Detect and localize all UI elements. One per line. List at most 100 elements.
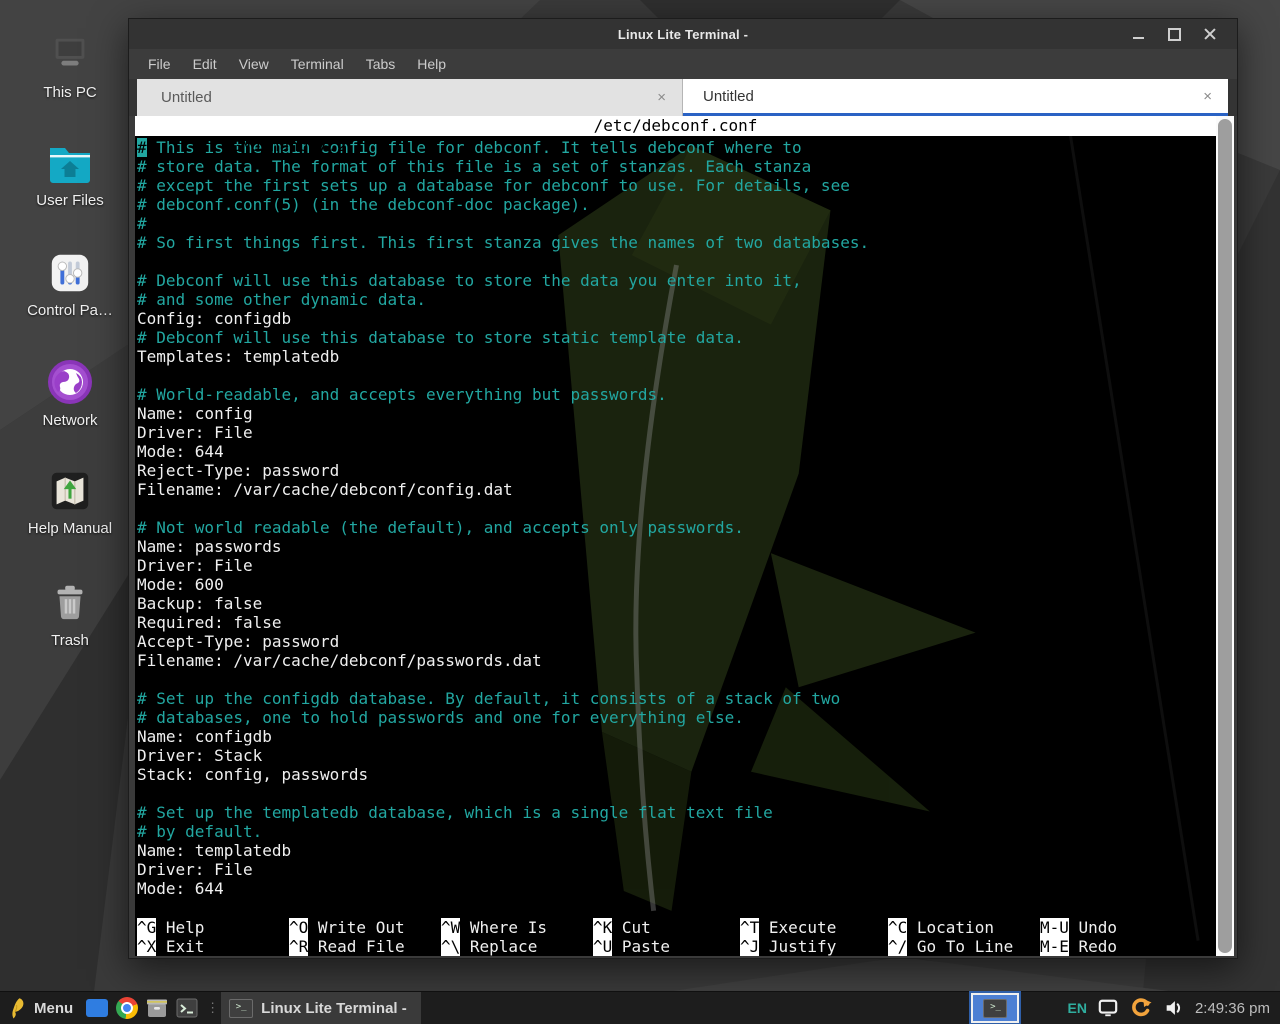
nano-version: GNU nano 7.2 [212, 136, 347, 155]
shortcut-key: M-E [1040, 937, 1069, 956]
menu-item-help[interactable]: Help [406, 56, 457, 72]
terminal-line: Driver: File [137, 860, 1216, 879]
menu-button[interactable]: Menu [0, 992, 82, 1024]
terminal-line: Backup: false [137, 594, 1216, 613]
terminal-line [137, 499, 1216, 518]
menu-item-file[interactable]: File [137, 56, 182, 72]
terminal-line: # except the first sets up a database fo… [137, 176, 1216, 195]
nano-shortcut: ^KCut [593, 918, 740, 937]
clock[interactable]: 2:49:36 pm [1195, 1000, 1270, 1017]
file-manager-icon [86, 999, 108, 1017]
workspace-switcher[interactable]: >_ [971, 993, 1019, 1023]
tab-close-icon[interactable]: × [1203, 88, 1212, 105]
menu-item-view[interactable]: View [228, 56, 280, 72]
terminal-line: # [137, 214, 1216, 233]
chrome-launcher[interactable] [112, 992, 142, 1024]
nano-shortcut-row: ^GHelp^OWrite Out^WWhere Is^KCut^TExecut… [137, 918, 1216, 937]
shortcut-key: ^G [137, 918, 156, 937]
desktop-icon-label: User Files [36, 192, 104, 209]
shortcut-label: Location [917, 918, 994, 937]
menu-item-tabs[interactable]: Tabs [355, 56, 407, 72]
terminal-launcher[interactable] [172, 992, 202, 1024]
map-arrow-icon [47, 468, 93, 514]
file-manager-launcher[interactable] [82, 992, 112, 1024]
minimize-button[interactable] [1127, 23, 1149, 45]
shortcut-key: ^T [740, 918, 759, 937]
volume-icon[interactable] [1163, 997, 1185, 1019]
shortcut-key: ^\ [441, 937, 460, 956]
folder-home-icon [46, 140, 94, 186]
sliders-icon [47, 250, 93, 296]
window-titlebar[interactable]: Linux Lite Terminal - [129, 19, 1237, 49]
terminal-line [137, 784, 1216, 803]
terminal-window: Linux Lite Terminal - FileEditViewTermin… [128, 18, 1238, 959]
desktop-icon-help-manual[interactable]: Help Manual [8, 468, 132, 537]
task-button-label: Linux Lite Terminal - [261, 1000, 407, 1017]
nano-shortcut: ^GHelp [137, 918, 289, 937]
shortcut-key: ^J [740, 937, 759, 956]
terminal-line [137, 670, 1216, 689]
desktop-icon-network[interactable]: Network [8, 358, 132, 429]
terminal-line: Accept-Type: password [137, 632, 1216, 651]
shortcut-key: ^O [289, 918, 308, 937]
terminal-icon [175, 996, 199, 1020]
nano-shortcut: ^CLocation [888, 918, 1040, 937]
terminal-line: # store data. The format of this file is… [137, 157, 1216, 176]
linuxlite-logo-icon [9, 997, 27, 1019]
nano-buffer: # This is the main config file for debco… [135, 136, 1216, 898]
close-button[interactable] [1199, 23, 1221, 45]
terminal-line: Filename: /var/cache/debconf/config.dat [137, 480, 1216, 499]
shortcut-label: Execute [769, 918, 836, 937]
desktop-icon-user-files[interactable]: User Files [8, 140, 132, 209]
scrollbar-thumb[interactable] [1218, 119, 1232, 953]
shortcut-label: Undo [1079, 918, 1118, 937]
window-title: Linux Lite Terminal - [129, 27, 1237, 42]
menu-item-terminal[interactable]: Terminal [280, 56, 355, 72]
terminal-line: # and some other dynamic data. [137, 290, 1216, 309]
tab-close-icon[interactable]: × [657, 89, 666, 106]
task-button-terminal[interactable]: >_ Linux Lite Terminal - [221, 992, 421, 1024]
archive-launcher[interactable] [142, 992, 172, 1024]
terminal-line: Driver: File [137, 423, 1216, 442]
nano-shortcut: M-ERedo [1040, 937, 1216, 956]
terminal-line: Filename: /var/cache/debconf/passwords.d… [137, 651, 1216, 670]
terminal-line: Name: passwords [137, 537, 1216, 556]
keyboard-layout-indicator[interactable]: EN [1067, 1000, 1086, 1016]
nano-shortcut: ^RRead File [289, 937, 441, 956]
desktop-icon-control-panel[interactable]: Control Pa… [8, 250, 132, 319]
nano-shortcut-bar: ^GHelp^OWrite Out^WWhere Is^KCut^TExecut… [137, 918, 1216, 956]
terminal-line: Name: config [137, 404, 1216, 423]
display-icon[interactable] [1097, 998, 1119, 1018]
terminal-line: # Debconf will use this database to stor… [137, 271, 1216, 290]
terminal-line: # debconf.conf(5) (in the debconf-doc pa… [137, 195, 1216, 214]
maximize-button[interactable] [1163, 23, 1185, 45]
laptop-icon [47, 32, 93, 78]
terminal-line: # by default. [137, 822, 1216, 841]
scrollbar[interactable] [1216, 116, 1234, 956]
taskbar: Menu ⋮ >_ Linux Lite Terminal - >_ EN [0, 991, 1280, 1024]
terminal-icon: >_ [229, 999, 253, 1018]
shortcut-label: Read File [318, 937, 405, 956]
trash-icon [47, 580, 93, 626]
nano-shortcut: ^UPaste [593, 937, 740, 956]
tab-untitled-2[interactable]: Untitled × [683, 79, 1228, 116]
update-icon[interactable] [1129, 996, 1153, 1020]
desktop-icon-this-pc[interactable]: This PC [8, 32, 132, 101]
terminal-line: Templates: templatedb [137, 347, 1216, 366]
globe-icon [46, 358, 94, 406]
shortcut-label: Go To Line [917, 937, 1013, 956]
desktop-icon-label: Control Pa… [27, 302, 113, 319]
desktop-icon-label: Network [42, 412, 97, 429]
menu-item-edit[interactable]: Edit [182, 56, 228, 72]
terminal-screen[interactable]: GNU nano 7.2 /etc/debconf.conf # This is… [135, 116, 1216, 956]
desktop-icon-label: Help Manual [28, 520, 112, 537]
nano-shortcut: M-UUndo [1040, 918, 1216, 937]
shortcut-label: Justify [769, 937, 836, 956]
nano-shortcut: ^\Replace [441, 937, 593, 956]
tab-label: Untitled [161, 89, 212, 106]
tab-untitled-1[interactable]: Untitled × [137, 79, 683, 116]
terminal-line: # databases, one to hold passwords and o… [137, 708, 1216, 727]
system-tray: EN 2:49:36 pm [1067, 996, 1280, 1020]
archive-icon [145, 996, 169, 1020]
desktop-icon-trash[interactable]: Trash [8, 580, 132, 649]
